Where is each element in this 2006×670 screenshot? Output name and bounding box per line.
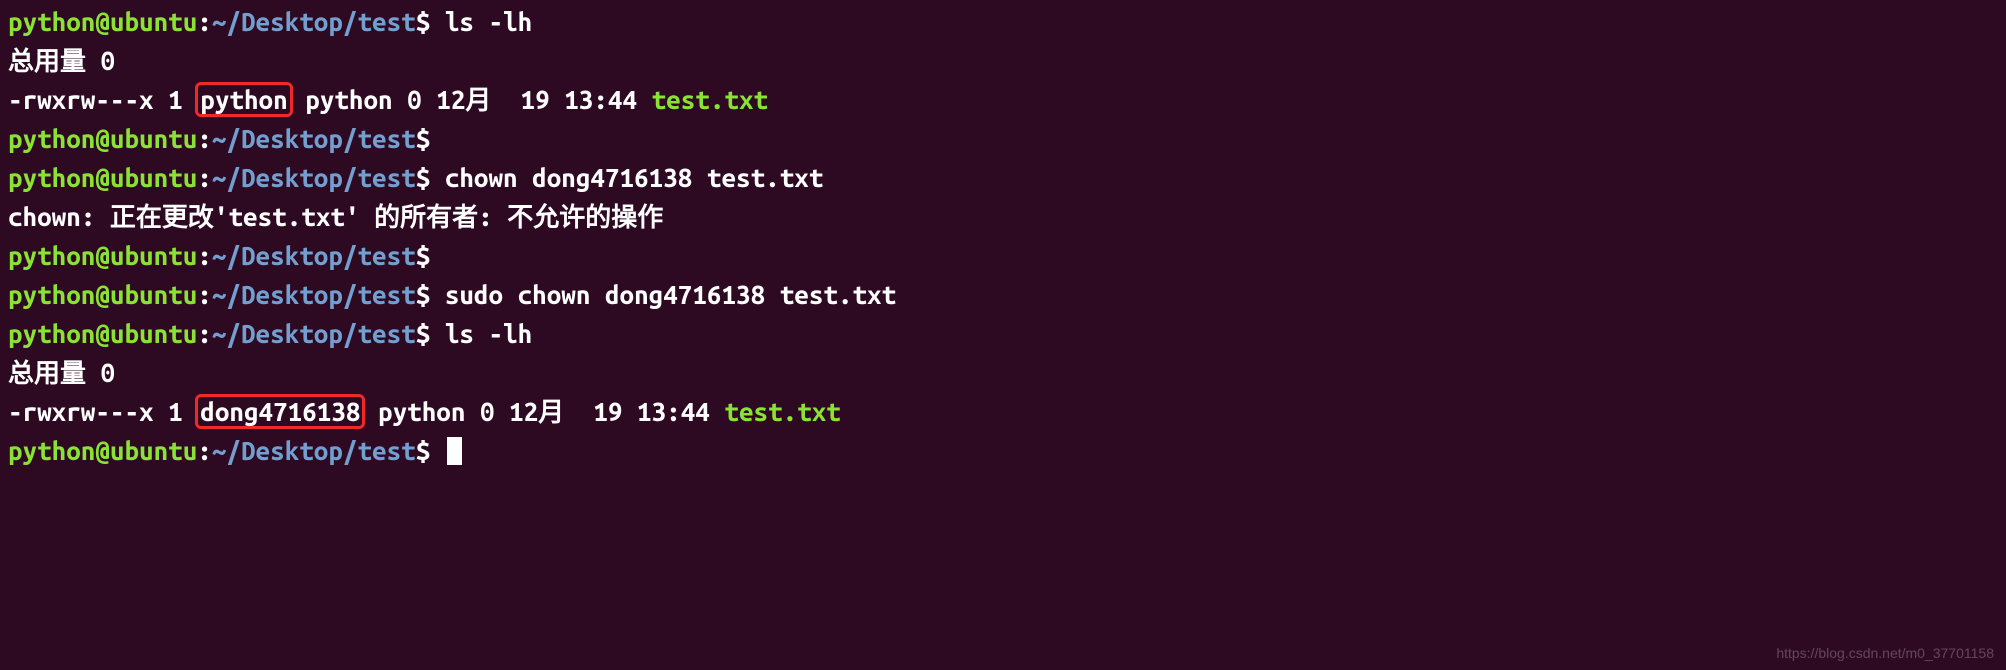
terminal-output: 总用量 0 [8,353,1998,392]
terminal-line: python@ubuntu:~/Desktop/test$ ls -lh [8,2,1998,41]
link-count: 1 [168,397,183,426]
file-owner-highlight: python [195,82,292,117]
file-perms: -rwxrw---x [8,85,154,114]
command-text [430,7,445,36]
file-perms: -rwxrw---x [8,397,154,426]
file-date: 12月 19 13:44 [509,397,710,426]
cursor-icon [447,437,462,465]
prompt-user: python@ubuntu [8,7,197,36]
terminal-line: python@ubuntu:~/Desktop/test$ sudo chown… [8,275,1998,314]
prompt-path: ~/Desktop/test [212,7,416,36]
command-text: ls -lh [445,319,532,348]
file-size: 0 [480,397,495,426]
prompt-sep: : [197,7,212,36]
terminal-line[interactable]: python@ubuntu:~/Desktop/test$ [8,431,1998,470]
prompt-symbol: $ [416,7,431,36]
ls-row: -rwxrw---x 1 python python 0 12月 19 13:4… [8,80,1998,119]
file-group: python [305,85,392,114]
terminal-line: python@ubuntu:~/Desktop/test$ chown dong… [8,158,1998,197]
terminal-line: python@ubuntu:~/Desktop/test$ [8,119,1998,158]
command-text: sudo chown dong4716138 test.txt [445,280,896,309]
file-name: test.txt [652,85,768,114]
command-text: ls -lh [445,7,532,36]
file-name: test.txt [724,397,840,426]
terminal-output: chown: 正在更改'test.txt' 的所有者: 不允许的操作 [8,197,1998,236]
ls-row: -rwxrw---x 1 dong4716138 python 0 12月 19… [8,392,1998,431]
terminal-line: python@ubuntu:~/Desktop/test$ ls -lh [8,314,1998,353]
terminal-line: python@ubuntu:~/Desktop/test$ [8,236,1998,275]
terminal-output: 总用量 0 [8,41,1998,80]
csdn-watermark: https://blog.csdn.net/m0_37701158 [1776,643,1994,664]
file-size: 0 [407,85,422,114]
link-count: 1 [168,85,183,114]
file-date: 12月 19 13:44 [436,85,637,114]
file-group: python [378,397,465,426]
file-owner-highlight: dong4716138 [195,394,365,429]
command-text: chown dong4716138 test.txt [445,163,824,192]
